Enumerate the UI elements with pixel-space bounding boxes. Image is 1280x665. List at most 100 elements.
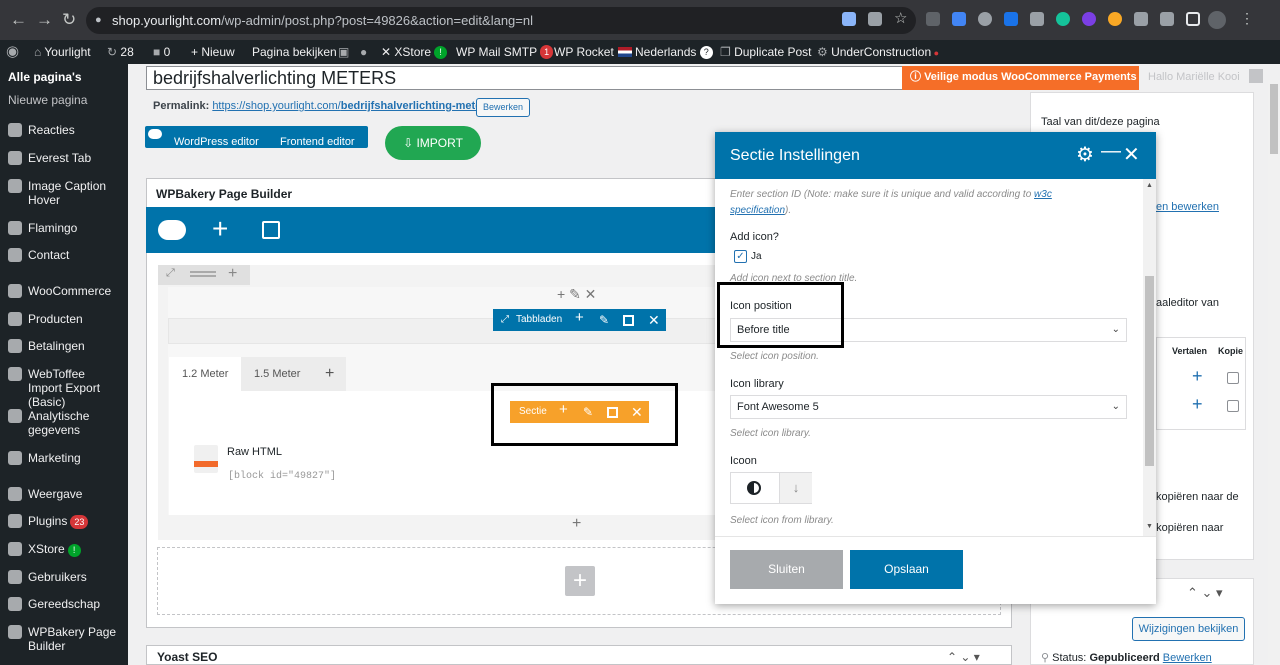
translate-add-icon[interactable]: + bbox=[1192, 394, 1203, 415]
adminbar-wp-mail[interactable]: WP Mail SMTP 1 bbox=[456, 40, 554, 64]
add-element-icon[interactable]: + bbox=[212, 213, 228, 245]
reload-icon[interactable]: ↻ bbox=[62, 10, 76, 30]
drag-handle-icon[interactable] bbox=[190, 271, 216, 277]
tabs-edit-icon[interactable]: ✎ bbox=[599, 309, 609, 331]
settings-gear-icon[interactable]: ⚙ bbox=[1076, 132, 1094, 179]
sidebar-item-marketing[interactable]: Marketing bbox=[8, 451, 126, 466]
adminbar-updates[interactable]: ↻ 28 bbox=[107, 40, 134, 64]
sidebar-item-xstore[interactable]: XStore! bbox=[8, 542, 126, 557]
bookmark-star-icon[interactable]: ☆ bbox=[894, 9, 908, 27]
arrow-down-icon[interactable]: ↓ bbox=[779, 473, 812, 503]
translate-add-icon[interactable]: + bbox=[1192, 366, 1203, 387]
sidepanel-icon[interactable] bbox=[1186, 12, 1200, 26]
sidebar-item-flamingo[interactable]: Flamingo bbox=[8, 221, 126, 236]
adminbar-site[interactable]: ⌂ Yourlight bbox=[34, 40, 91, 64]
sidebar-item-plugins[interactable]: Plugins 23 bbox=[8, 514, 126, 529]
adminbar-underconstruction[interactable]: ⚙ UnderConstruction ● bbox=[817, 40, 939, 65]
import-button[interactable]: ⇩ IMPORT bbox=[385, 126, 481, 160]
adminbar-comments[interactable]: ■ 0 bbox=[153, 40, 170, 64]
sidebar-item-image-caption-hover[interactable]: Image Caption Hover bbox=[8, 179, 126, 207]
sidebar-item-weergave[interactable]: Weergave bbox=[8, 487, 126, 502]
globe-extension-icon[interactable] bbox=[978, 12, 992, 26]
page-scrollbar[interactable] bbox=[1268, 80, 1280, 665]
extension-icon[interactable] bbox=[926, 12, 940, 26]
sidebar-sub-all-pages[interactable]: Alle pagina's bbox=[8, 70, 82, 84]
templates-icon[interactable] bbox=[262, 221, 280, 239]
w3c-link[interactable]: w3c bbox=[1034, 189, 1052, 200]
howdy-user[interactable]: Hallo Mariëlle Kooi bbox=[1148, 71, 1240, 83]
frontend-editor-button[interactable]: Frontend editor bbox=[280, 136, 355, 148]
woo-safe-mode-notice[interactable]: ⓘ Veilige modus WooCommerce Payments bbox=[902, 66, 1139, 90]
tabs-clone-icon[interactable] bbox=[623, 315, 634, 326]
profile-avatar[interactable] bbox=[1208, 11, 1226, 29]
sidebar-item-everest-tab[interactable]: Everest Tab bbox=[8, 151, 126, 166]
add-column-icon[interactable]: + bbox=[228, 265, 237, 283]
sidebar-item-wpbakery[interactable]: WPBakery Page Builder bbox=[8, 625, 126, 653]
puzzle-icon[interactable] bbox=[1160, 12, 1174, 26]
adminbar-language[interactable]: Nederlands ? bbox=[618, 40, 713, 64]
sidebar-item-webtoffee[interactable]: WebToffee Import Export (Basic) bbox=[8, 367, 126, 409]
panel-controls[interactable]: ⌃ ⌄ ▾ bbox=[947, 646, 980, 665]
icon-library-select[interactable]: Font Awesome 5 ⌄ bbox=[730, 395, 1127, 419]
yoast-icon[interactable]: ▣ bbox=[338, 40, 349, 64]
back-icon[interactable]: ← bbox=[10, 10, 27, 30]
expand-icon[interactable]: ⤢ bbox=[166, 267, 175, 280]
close-button[interactable]: Sluiten bbox=[730, 550, 843, 589]
modal-scrollbar-thumb[interactable] bbox=[1145, 276, 1154, 466]
adminbar-wp-rocket[interactable]: WP Rocket bbox=[554, 40, 614, 64]
sidebar-item-woocommerce[interactable]: WooCommerce bbox=[8, 284, 126, 299]
page-title-input[interactable]: bedrijfshalverlichting METERS bbox=[146, 66, 1012, 90]
yoast-seo-panel[interactable]: Yoast SEO ⌃ ⌄ ▾ bbox=[146, 645, 1012, 665]
add-row-icon[interactable]: + bbox=[565, 566, 595, 596]
raw-html-title[interactable]: Raw HTML bbox=[227, 446, 282, 458]
scroll-up-icon[interactable]: ▲ bbox=[1146, 182, 1153, 189]
translate-icon[interactable] bbox=[842, 12, 856, 26]
edit-translation-link[interactable]: en bewerken bbox=[1156, 201, 1219, 213]
icon-picker[interactable]: ↓ bbox=[730, 472, 812, 504]
status-edit-link[interactable]: Bewerken bbox=[1163, 652, 1212, 664]
column-controls[interactable]: + ✎ ✕ bbox=[557, 286, 596, 303]
add-tab-icon[interactable]: + bbox=[313, 357, 347, 391]
sidebar-item-gebruikers[interactable]: Gebruikers bbox=[8, 570, 126, 585]
view-changes-button[interactable]: Wijzigingen bekijken bbox=[1132, 617, 1245, 641]
tabs-delete-icon[interactable]: ✕ bbox=[648, 309, 660, 331]
tool-extension-icon[interactable] bbox=[1134, 12, 1148, 26]
copy-checkbox[interactable] bbox=[1227, 372, 1239, 384]
camera-extension-icon[interactable] bbox=[1030, 12, 1044, 26]
add-icon-checkbox[interactable]: ✓ bbox=[734, 250, 747, 263]
tab-1-5-meter[interactable]: 1.5 Meter bbox=[241, 357, 314, 391]
docs-extension-icon[interactable] bbox=[952, 12, 966, 26]
forward-icon[interactable]: → bbox=[36, 10, 53, 30]
adminbar-new[interactable]: + Nieuw bbox=[191, 40, 235, 64]
sidebar-sub-new-page[interactable]: Nieuwe pagina bbox=[8, 93, 87, 107]
copy-checkbox[interactable] bbox=[1227, 400, 1239, 412]
adminbar-xstore[interactable]: ✕ XStore! bbox=[381, 40, 448, 64]
sidebar-item-betalingen[interactable]: Betalingen bbox=[8, 339, 126, 354]
moon-extension-icon[interactable] bbox=[1108, 12, 1122, 26]
wordpress-logo-icon[interactable]: ◉ bbox=[6, 40, 19, 64]
sidebar-item-contact[interactable]: Contact bbox=[8, 248, 126, 263]
panel-controls[interactable]: ⌃ ⌄ ▾ bbox=[1187, 585, 1223, 601]
menu-icon[interactable]: ⋮ bbox=[1240, 10, 1254, 26]
specification-link[interactable]: specification bbox=[730, 205, 785, 216]
sidebar-item-reacties[interactable]: Reacties bbox=[8, 123, 126, 138]
translate-extension-icon[interactable] bbox=[1004, 12, 1018, 26]
wpbakery-logo-icon[interactable] bbox=[158, 220, 186, 240]
sidebar-item-producten[interactable]: Producten bbox=[8, 312, 126, 327]
tab-1-2-meter[interactable]: 1.2 Meter bbox=[169, 357, 242, 391]
share-icon[interactable] bbox=[868, 12, 882, 26]
add-element-below-icon[interactable]: + bbox=[572, 515, 581, 533]
adminbar-duplicate[interactable]: ❐ Duplicate Post bbox=[720, 40, 811, 64]
scroll-down-icon[interactable]: ▼ bbox=[1146, 523, 1153, 530]
sidebar-item-gereedschap[interactable]: Gereedschap bbox=[8, 597, 126, 612]
permalink-edit-button[interactable]: Bewerken bbox=[476, 98, 531, 117]
permalink-link[interactable]: https://shop.yourlight.com/bedrijfshalve… bbox=[212, 100, 494, 112]
move-icon[interactable]: ⤢ bbox=[501, 309, 509, 331]
minimize-icon[interactable]: — bbox=[1101, 128, 1121, 175]
user-avatar[interactable] bbox=[1249, 69, 1263, 83]
tabs-element-label[interactable]: Tabbladen bbox=[516, 309, 562, 331]
close-icon[interactable]: ✕ bbox=[1123, 132, 1140, 179]
address-bar[interactable]: ● shop.yourlight.com/wp-admin/post.php?po… bbox=[86, 7, 916, 34]
sidebar-item-analytics[interactable]: Analytische gegevens bbox=[8, 409, 126, 437]
grammarly-icon[interactable] bbox=[1056, 12, 1070, 26]
